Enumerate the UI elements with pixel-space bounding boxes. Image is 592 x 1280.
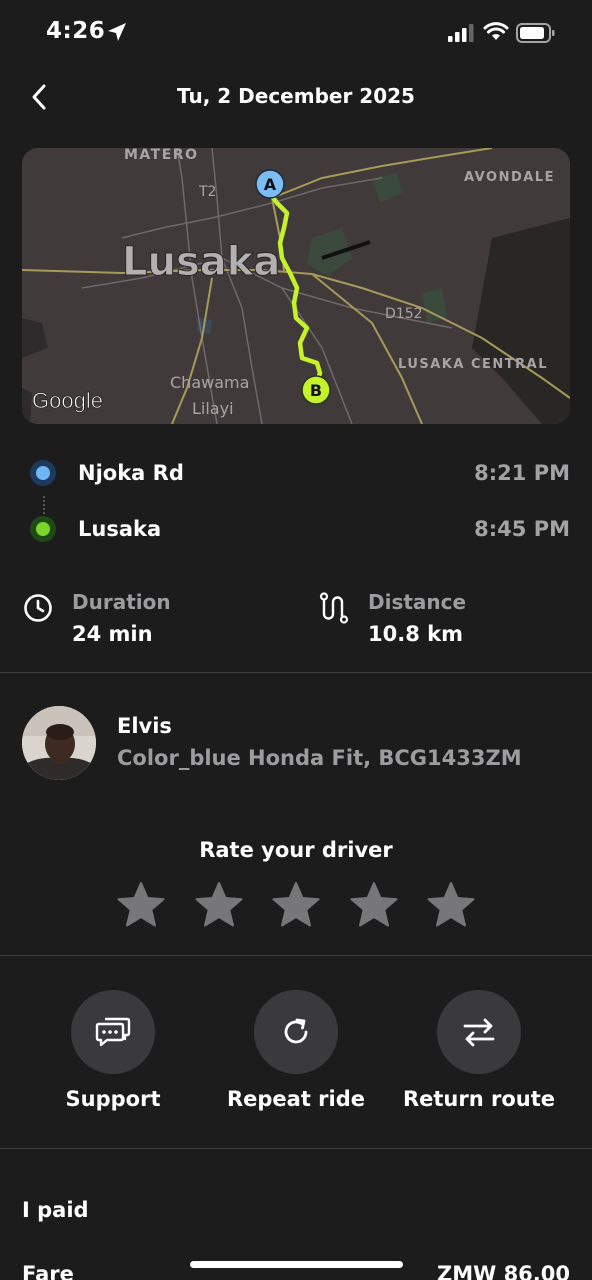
trip-stats: Duration 24 min Distance 10.8 km [22,588,570,658]
duration-label: Duration [72,590,171,614]
status-bar: 4:26 [0,0,592,70]
driver-avatar [22,706,96,780]
support-button[interactable]: Support [23,988,203,1118]
page-title: Tu, 2 December 2025 [177,84,415,108]
map-label-t2: T2 [198,184,216,200]
star-icon [195,882,242,927]
star-1[interactable] [115,880,167,930]
clock-icon [24,594,52,622]
wifi-icon [483,22,509,40]
star-5[interactable] [425,880,477,930]
divider [0,1148,592,1149]
pickup-name: Njoka Rd [78,461,184,485]
divider [0,672,592,673]
marker-a: A [255,169,285,199]
duration-value: 24 min [72,622,153,646]
map-label-lusaka-central: LUSAKA CENTRAL [398,357,548,372]
return-route-button[interactable]: Return route [389,988,569,1118]
distance-label: Distance [368,590,467,614]
star-icon [350,882,397,927]
distance-stat: Distance 10.8 km [318,588,570,658]
swap-arrows-icon [463,1018,495,1047]
chat-icon [95,1017,131,1047]
star-4[interactable] [348,880,400,930]
refresh-icon [284,1018,308,1044]
driver-name: Elvis [117,714,172,738]
repeat-ride-button[interactable]: Repeat ride [206,988,386,1118]
dropoff-time: 8:45 PM [474,517,570,541]
svg-text:A: A [264,175,277,194]
dropoff-stop: Lusaka 8:45 PM [22,508,570,548]
star-3[interactable] [270,880,322,930]
map-label-city: Lusaka [122,239,280,285]
divider [0,955,592,956]
fare-value: ZMW 86.00 [436,1262,570,1280]
map-label-lilayi: Lilayi [192,399,234,418]
payment-title: I paid [22,1198,89,1222]
cellular-signal-icon [448,24,474,42]
duration-stat: Duration 24 min [22,588,292,658]
rating-stars [115,880,477,930]
star-2[interactable] [193,880,245,930]
header: Tu, 2 December 2025 [0,70,592,122]
driver-info[interactable]: Elvis Color_blue Honda Fit, BCG1433ZM [22,706,570,782]
fare-label: Fare [22,1262,74,1280]
map-label-avondale: AVONDALE [464,170,555,185]
map-label-d152: D152 [385,306,423,322]
ride-actions: Support Repeat ride Return route [0,988,592,1118]
marker-b: B [301,375,331,405]
dropoff-dot-icon [30,516,56,542]
location-arrow-icon [108,23,126,41]
star-icon [272,882,320,927]
pickup-stop: Njoka Rd 8:21 PM [22,452,570,492]
svg-text:B: B [310,381,322,400]
pickup-time: 8:21 PM [474,461,570,485]
battery-icon [516,23,555,43]
status-time: 4:26 [46,18,106,44]
star-icon [117,882,165,927]
map-label-matero: MATERO [124,148,198,163]
star-icon [427,882,475,927]
driver-car: Color_blue Honda Fit, BCG1433ZM [117,746,522,770]
distance-value: 10.8 km [368,622,463,646]
dropoff-name: Lusaka [78,517,162,541]
rate-driver-title: Rate your driver [199,838,393,862]
map-label-chawama: Chawama [170,373,249,392]
google-logo: Google [32,388,103,413]
return-route-label: Return route [402,1087,556,1111]
pickup-dot-icon [30,460,56,486]
route-icon [319,592,349,624]
route-map[interactable]: MATERO AVONDALE T2 Lusaka D152 LUSAKA CE… [22,148,570,424]
home-indicator[interactable] [190,1261,403,1268]
